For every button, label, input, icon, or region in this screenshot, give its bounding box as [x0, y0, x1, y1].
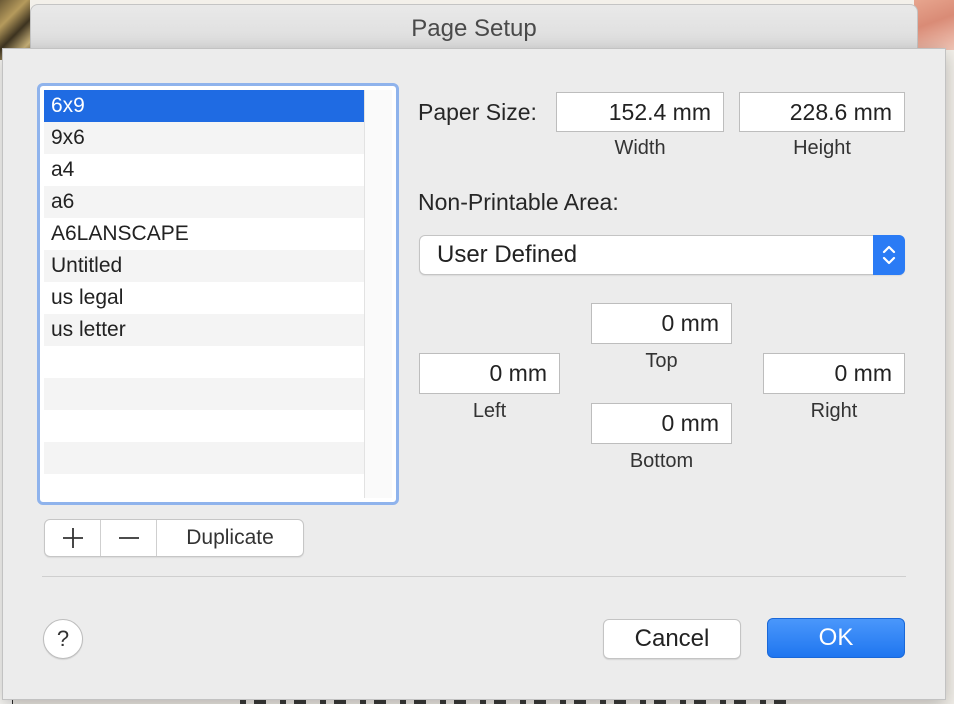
paper-width-label: Width [614, 137, 666, 159]
paper-height-field[interactable]: 228.6 mm [739, 92, 905, 132]
margin-right-field[interactable]: 0 mm [763, 353, 905, 394]
paper-list-empty-row [44, 442, 364, 474]
list-buttons: Duplicate [44, 519, 304, 557]
background-photo-right [914, 0, 954, 50]
duplicate-button[interactable]: Duplicate [157, 520, 303, 556]
add-paper-button[interactable] [45, 520, 101, 556]
paper-list-scrollbar[interactable] [364, 90, 392, 498]
window-title: Page Setup [411, 15, 537, 42]
popup-stepper [873, 235, 905, 275]
paper-list-item[interactable]: us legal [44, 282, 364, 314]
margin-bottom-field[interactable]: 0 mm [591, 403, 732, 444]
paper-list-empty-row [44, 378, 364, 410]
margin-right-label: Right [810, 400, 858, 422]
help-button[interactable]: ? [43, 619, 83, 659]
non-printable-area-popup[interactable]: User Defined [419, 235, 905, 275]
paper-width-field[interactable]: 152.4 mm [556, 92, 724, 132]
paper-list-item[interactable]: Untitled [44, 250, 364, 282]
paper-height-label: Height [793, 137, 851, 159]
paper-list-item[interactable]: A6LANSCAPE [44, 218, 364, 250]
margin-top-field[interactable]: 0 mm [591, 303, 732, 344]
remove-paper-button[interactable] [101, 520, 157, 556]
minus-icon [118, 537, 139, 539]
paper-list[interactable]: 6x9 9x6 a4 a6 A6LANSCAPE Untitled us legal us l… [44, 90, 364, 498]
ok-button[interactable]: OK [767, 618, 905, 658]
paper-list-item[interactable]: 6x9 [44, 90, 364, 122]
paper-list-item[interactable]: a6 [44, 186, 364, 218]
paper-list-empty-row [44, 346, 364, 378]
margin-left-field[interactable]: 0 mm [419, 353, 560, 394]
margin-bottom-label: Bottom [629, 450, 694, 472]
paper-list-empty-row [44, 410, 364, 442]
paper-list-empty-row [44, 474, 364, 498]
paper-list-item[interactable]: 9x6 [44, 122, 364, 154]
margin-left-label: Left [472, 400, 507, 422]
plus-icon [62, 528, 83, 548]
up-down-chevron-icon [882, 245, 896, 265]
sheet-titlebar: Page Setup [30, 4, 918, 50]
cancel-button[interactable]: Cancel [603, 619, 741, 659]
paper-size-label: Paper Size: [418, 99, 537, 125]
non-printable-area-value: User Defined [437, 241, 578, 268]
non-printable-area-label: Non-Printable Area: [418, 189, 619, 215]
margin-top-label: Top [645, 350, 678, 372]
footer-divider [42, 576, 906, 577]
paper-list-item[interactable]: us letter [44, 314, 364, 346]
paper-list-item[interactable]: a4 [44, 154, 364, 186]
